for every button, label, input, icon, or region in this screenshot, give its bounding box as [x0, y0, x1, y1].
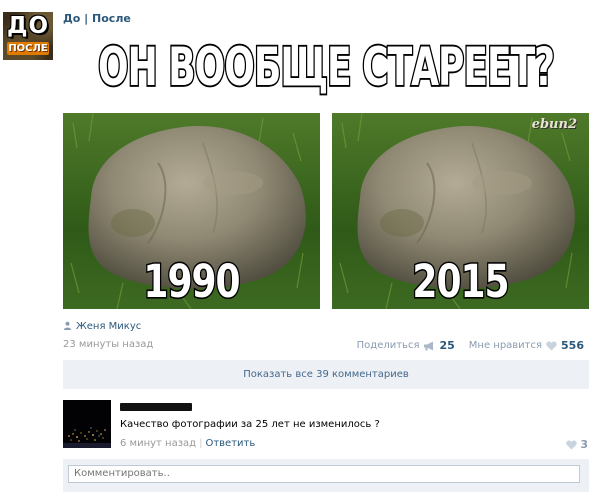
like-count[interactable]: 556: [561, 339, 584, 352]
reply-link[interactable]: Ответить: [205, 438, 255, 449]
headline-text: ОН ВООБЩЕ СТАРЕЕТ?: [97, 36, 557, 99]
post-image-headline: ОН ВООБЩЕ СТАРЕЕТ?: [63, 36, 589, 99]
comment-time[interactable]: 6 минут назад: [120, 438, 196, 449]
post-card: ДО ПОСЛЕ До | После ОН ВООБЩЕ СТАРЕЕТ? 1…: [0, 0, 604, 492]
post-timestamp[interactable]: 23 минуты назад: [63, 339, 153, 350]
avatar-text-big: ДО: [6, 13, 50, 39]
post-photo-right[interactable]: ebun2 2015: [332, 113, 589, 309]
megaphone-icon[interactable]: [423, 341, 435, 351]
comment-like[interactable]: 3: [566, 438, 588, 451]
group-avatar[interactable]: ДО ПОСЛЕ: [3, 12, 53, 60]
post-actions: Поделиться 25 Мне нравится 556: [357, 339, 584, 352]
share-label[interactable]: Поделиться: [357, 340, 420, 351]
show-all-comments-button[interactable]: Показать все 39 комментариев: [63, 360, 589, 389]
author-name[interactable]: Женя Микус: [76, 321, 141, 332]
comment-text: Качество фотографии за 25 лет не изменил…: [120, 419, 380, 430]
avatar-text-small: ПОСЛЕ: [7, 42, 49, 55]
comment-input[interactable]: [68, 465, 580, 483]
like-label[interactable]: Мне нравится: [469, 340, 542, 351]
year-label: 2015: [411, 255, 511, 309]
person-icon: [63, 321, 72, 330]
heart-icon[interactable]: [546, 341, 557, 351]
night-city-image: [63, 400, 111, 448]
group-name-link[interactable]: До | После: [63, 12, 131, 25]
heart-icon[interactable]: [566, 440, 578, 450]
share-count[interactable]: 25: [439, 339, 454, 352]
year-label: 1990: [142, 255, 242, 309]
comment-box: [63, 459, 589, 492]
comment-like-count[interactable]: 3: [580, 438, 588, 451]
commenter-avatar[interactable]: [63, 400, 111, 448]
commenter-name-redacted[interactable]: [120, 403, 192, 411]
post-author[interactable]: Женя Микус: [63, 321, 141, 332]
photo-watermark: ebun2: [531, 117, 577, 132]
separator: |: [199, 438, 203, 449]
comment-meta: 6 минут назад | Ответить: [120, 438, 255, 449]
post-photo-left[interactable]: 1990: [63, 113, 320, 309]
